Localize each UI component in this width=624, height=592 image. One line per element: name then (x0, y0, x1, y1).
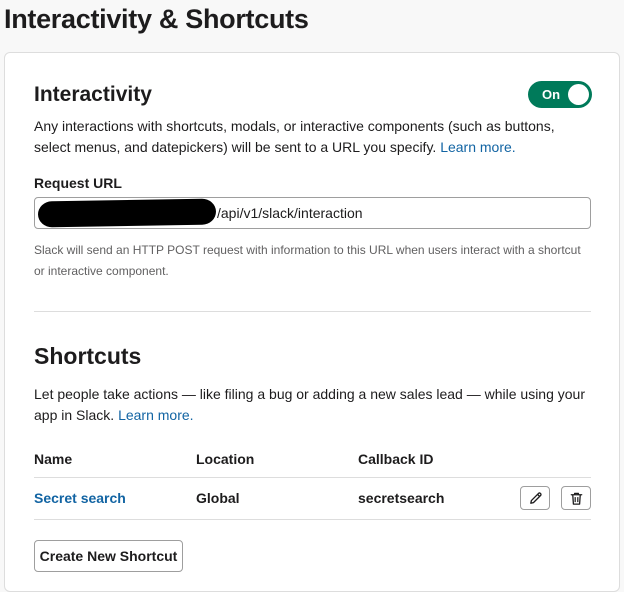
column-header-callback-id: Callback ID (358, 451, 434, 467)
settings-card: Interactivity On Any interactions with s… (4, 52, 620, 592)
toggle-knob (568, 84, 589, 105)
interactivity-title: Interactivity (34, 83, 152, 106)
delete-shortcut-button[interactable] (561, 486, 591, 510)
shortcut-callback-id: secretsearch (358, 490, 445, 506)
create-new-shortcut-button[interactable]: Create New Shortcut (34, 540, 183, 572)
table-header-divider (34, 477, 591, 478)
column-header-location: Location (196, 451, 255, 467)
request-url-value: /api/v1/slack/interaction (217, 205, 363, 221)
pencil-icon (530, 492, 542, 504)
interactivity-learn-more-link[interactable]: Learn more. (440, 139, 515, 155)
shortcut-name-link[interactable]: Secret search (34, 490, 126, 506)
table-row-divider (34, 519, 591, 520)
shortcuts-learn-more-link[interactable]: Learn more. (118, 407, 193, 423)
edit-shortcut-button[interactable] (520, 486, 550, 510)
shortcut-location: Global (196, 490, 240, 506)
column-header-name: Name (34, 451, 73, 467)
request-url-hint: Slack will send an HTTP POST request wit… (34, 243, 581, 278)
section-divider (34, 311, 591, 312)
interactivity-toggle[interactable]: On (528, 81, 592, 108)
request-url-label: Request URL (34, 175, 122, 191)
trash-icon (570, 492, 583, 505)
redaction-mark (37, 198, 217, 228)
page-title: Interactivity & Shortcuts (4, 4, 309, 34)
shortcuts-title: Shortcuts (34, 343, 142, 369)
shortcuts-description: Let people take actions — like filing a … (34, 384, 594, 426)
interactivity-description: Any interactions with shortcuts, modals,… (34, 116, 594, 158)
request-url-input[interactable]: /api/v1/slack/interaction (34, 197, 591, 229)
shortcuts-description-text: Let people take actions — like filing a … (34, 386, 585, 423)
toggle-label: On (542, 87, 561, 102)
